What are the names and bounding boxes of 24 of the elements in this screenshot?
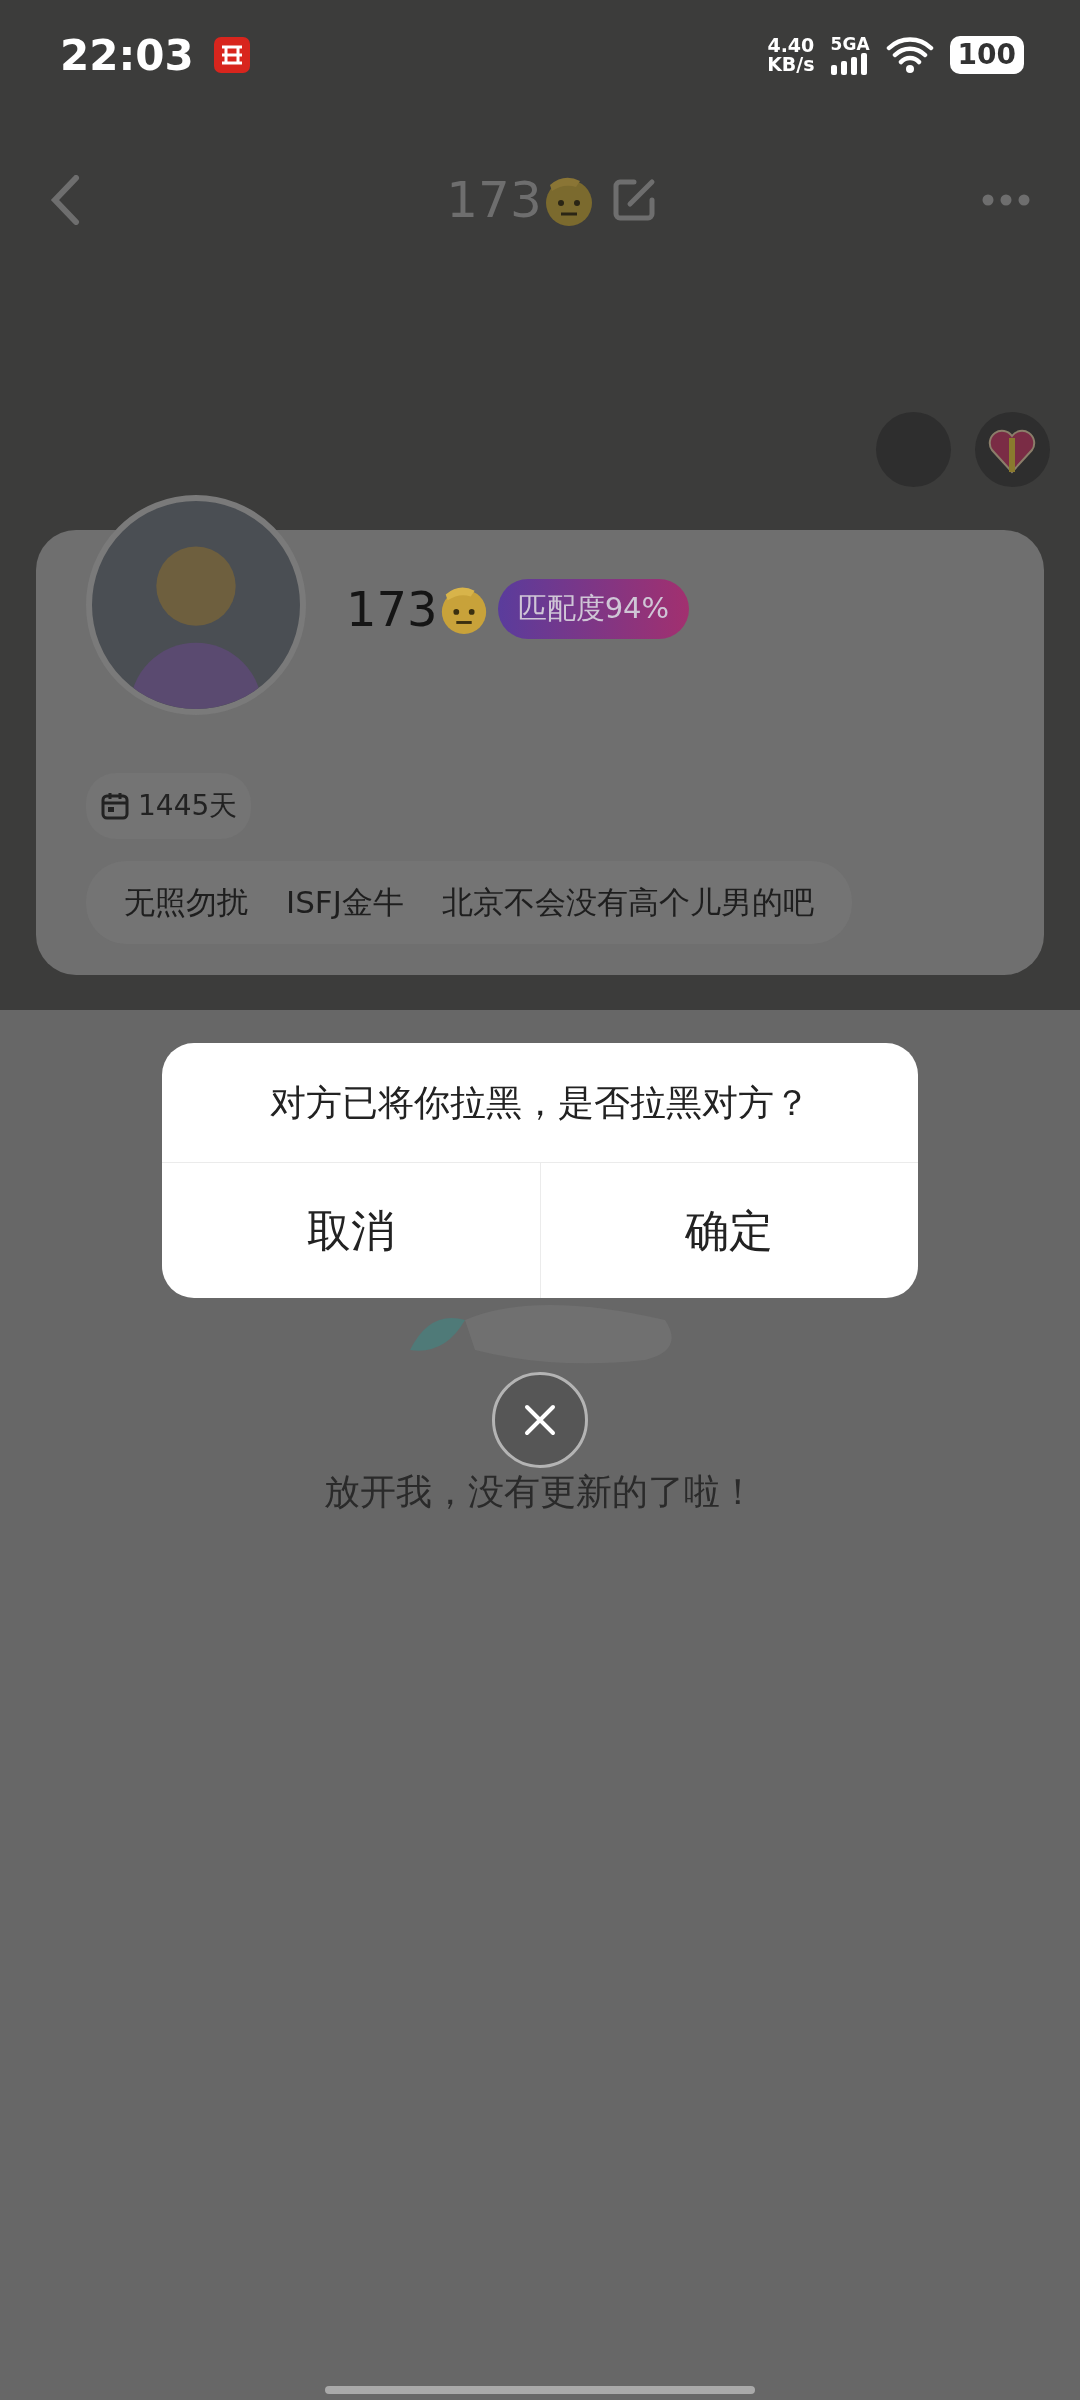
- calendar-icon: [100, 791, 130, 821]
- confirm-button[interactable]: 确定: [539, 1163, 918, 1298]
- wifi-icon: [885, 36, 934, 74]
- battery-level: 100: [949, 36, 1024, 74]
- network-speed: 4.40: [767, 36, 815, 55]
- more-icon[interactable]: [982, 194, 1030, 206]
- profile-name: 173: [346, 580, 438, 639]
- back-icon[interactable]: [50, 175, 80, 225]
- network-speed-unit: KB/s: [767, 55, 815, 74]
- close-icon: [524, 1404, 556, 1436]
- dialog-message: 对方已将你拉黑，是否拉黑对方？: [270, 1080, 810, 1125]
- app-notification-icon: [213, 37, 250, 73]
- cancel-button[interactable]: 取消: [162, 1163, 540, 1298]
- status-time: 22:03: [60, 29, 194, 82]
- profile-tag: 北京不会没有高个儿男的吧: [441, 879, 814, 926]
- profile-tag: ISFJ金牛: [286, 879, 404, 926]
- network-type: 5GA: [830, 35, 870, 53]
- empty-state-message: 放开我，没有更新的了啦！: [323, 1470, 757, 1514]
- days-count: 1445天: [138, 788, 238, 824]
- match-badge: 匹配度94%: [497, 579, 690, 639]
- heart-gift-icon[interactable]: [975, 412, 1050, 487]
- edit-icon[interactable]: [611, 178, 656, 222]
- signal-icon: [831, 52, 870, 75]
- profile-tag: 无照勿扰: [124, 879, 248, 926]
